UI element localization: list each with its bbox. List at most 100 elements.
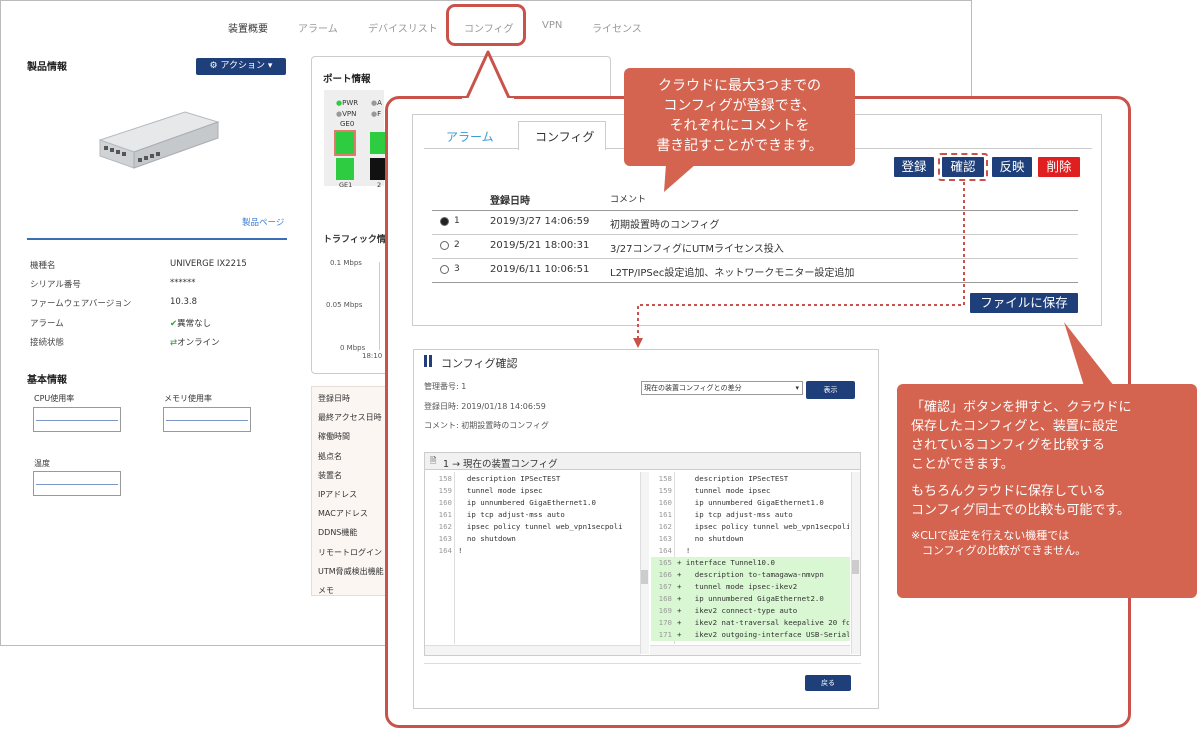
- port-ge1[interactable]: [336, 158, 354, 180]
- left-hscroll[interactable]: [425, 645, 640, 655]
- right-code-line: + interface Tunnel10.0: [677, 558, 775, 567]
- save-file-button[interactable]: ファイルに保存: [970, 293, 1078, 313]
- right-code-line: ipsec policy tunnel web_vpn1secpoli: [677, 522, 849, 531]
- right-code-line: tunnel mode ipsec: [677, 486, 771, 495]
- field-value-serial: ******: [170, 278, 196, 288]
- legend-pwr: ●PWR: [336, 99, 359, 107]
- basic-info-heading: 基本情報: [27, 375, 67, 386]
- action-button-label: アクション: [220, 61, 266, 71]
- dotted-connector: [633, 182, 965, 348]
- left-code-line: no shutdown: [458, 534, 516, 543]
- config-row-date: 2019/6/11 10:06:51: [490, 264, 590, 275]
- right-line-number: 167: [658, 582, 672, 591]
- config-tab-highlight: [446, 4, 526, 46]
- field-value-connection: ⇄オンライン: [170, 336, 220, 348]
- field-label-firmware: ファームウェアバージョン: [30, 299, 132, 309]
- product-page-link[interactable]: 製品ページ: [242, 216, 284, 228]
- right-code-line: description IPSecTEST: [677, 474, 789, 483]
- top-callout: クラウドに最大3つまでの コンフィグが登録でき、 それぞれにコメントを 書き記す…: [624, 68, 855, 166]
- temp-label: 温度: [34, 459, 50, 468]
- traffic-tick-mid: 0.05 Mbps: [326, 301, 363, 309]
- action-button[interactable]: ⚙ アクション ▾: [196, 58, 286, 75]
- left-code-line: description IPSecTEST: [458, 474, 561, 483]
- inner-tab-alarm[interactable]: アラーム: [446, 128, 494, 145]
- right-code-line: + tunnel mode ipsec-ikev2: [677, 582, 798, 591]
- connection-status-text: オンライン: [177, 338, 220, 348]
- port-ge0[interactable]: [334, 130, 356, 156]
- details-label: 装置名: [318, 470, 342, 480]
- right-line-number: 162: [658, 522, 672, 531]
- cpu-gauge: [33, 407, 121, 432]
- port-label-2: 2: [377, 181, 382, 189]
- tab-device-list[interactable]: デバイスリスト: [368, 20, 438, 35]
- field-value-model: UNIVERGE IX2215: [170, 259, 247, 269]
- right-code-line: + ikev2 connect-type auto: [677, 606, 798, 615]
- top-callout-tail: [664, 164, 696, 192]
- left-line-number: 159: [438, 486, 452, 495]
- traffic-tick-time: 18:10: [362, 352, 383, 360]
- left-code-line: tunnel mode ipsec: [458, 486, 543, 495]
- details-label: UTM脅威検出機能: [318, 566, 384, 576]
- right-scroll-thumb[interactable]: [852, 560, 859, 574]
- callout-paragraph-1: 「確認」ボタンを押すと、クラウドに 保存したコンフィグと、装置に設定 されている…: [911, 400, 1132, 472]
- left-line-number: 164: [438, 546, 452, 555]
- right-code-line: + description to-tamagawa-nmvpn: [677, 570, 824, 579]
- traffic-axis: [379, 262, 380, 350]
- right-line-number: 165: [658, 558, 672, 567]
- compare-select-value: 現在の装置コンフィグとの差分: [644, 384, 742, 392]
- port-label-ge1: GE1: [339, 181, 353, 189]
- right-code-line: !: [677, 546, 691, 555]
- left-line-number: 163: [438, 534, 452, 543]
- callout-paragraph-2: もちろんクラウドに保存している コンフィグ同士での比較も可能です。: [911, 484, 1131, 518]
- register-button[interactable]: 登録: [894, 157, 934, 177]
- config-radio[interactable]: [440, 241, 449, 250]
- delete-button[interactable]: 削除: [1038, 157, 1080, 177]
- right-line-number: 159: [658, 486, 672, 495]
- gears-icon: ⚙: [209, 61, 218, 71]
- right-callout-tail: [1064, 322, 1114, 386]
- memory-gauge: [163, 407, 251, 432]
- apply-button[interactable]: 反映: [992, 157, 1032, 177]
- callout-pointer: [462, 50, 514, 100]
- right-code-line: + ikev2 nat-traversal keepalive 20 fo: [677, 618, 849, 627]
- config-radio[interactable]: [440, 265, 449, 274]
- port-info-heading: ポート情報: [323, 74, 371, 85]
- right-line-number: 166: [658, 570, 672, 579]
- tab-vpn[interactable]: VPN: [542, 20, 562, 31]
- config-row-date: 2019/5/21 18:00:31: [490, 240, 590, 251]
- left-line-number: 158: [438, 474, 452, 483]
- field-label-model: 機種名: [30, 261, 56, 271]
- traffic-heading: トラフィック情: [323, 235, 386, 245]
- right-code-line: + ip unnumbered GigaEthernet2.0: [677, 594, 824, 603]
- compare-select[interactable]: 現在の装置コンフィグとの差分 ▾: [641, 381, 803, 395]
- back-button[interactable]: 戻る: [805, 675, 851, 691]
- left-code-line: !: [458, 546, 463, 555]
- left-code-line: ip tcp adjust-mss auto: [458, 510, 565, 519]
- tab-license[interactable]: ライセンス: [592, 20, 642, 35]
- show-button[interactable]: 表示: [806, 381, 855, 399]
- details-label: IPアドレス: [318, 490, 358, 499]
- config-row-num: 1: [454, 216, 460, 226]
- confirm-button[interactable]: 確認: [942, 157, 984, 177]
- callout-line: それぞれにコメントを: [669, 118, 810, 134]
- right-code-line: ip tcp adjust-mss auto: [677, 510, 793, 519]
- right-hscroll[interactable]: [650, 645, 850, 655]
- col-header-date: 登録日時: [490, 196, 530, 207]
- left-line-number: 160: [438, 498, 452, 507]
- left-scroll-thumb[interactable]: [641, 570, 648, 584]
- product-info-heading: 製品情報: [27, 62, 67, 73]
- left-line-number: 162: [438, 522, 452, 531]
- tab-alarm[interactable]: アラーム: [298, 20, 338, 35]
- traffic-tick-zero: 0 Mbps: [340, 344, 366, 352]
- tab-overview[interactable]: 装置概要: [228, 20, 268, 35]
- right-line-number: 160: [658, 498, 672, 507]
- field-label-alarm: アラーム: [30, 319, 64, 329]
- left-line-number: 161: [438, 510, 452, 519]
- left-scrollbar[interactable]: [640, 472, 649, 654]
- callout-line: クラウドに最大3つまでの: [658, 78, 821, 94]
- inner-tab-config[interactable]: コンフィグ: [535, 128, 594, 145]
- field-value-alarm: ✔異常なし: [170, 317, 211, 329]
- callout-line: 書き記すことができます。: [656, 138, 823, 154]
- callout-note: ※CLIで設定を行えない機種では コンフィグの比較ができません。: [911, 529, 1087, 557]
- config-radio[interactable]: [440, 217, 449, 226]
